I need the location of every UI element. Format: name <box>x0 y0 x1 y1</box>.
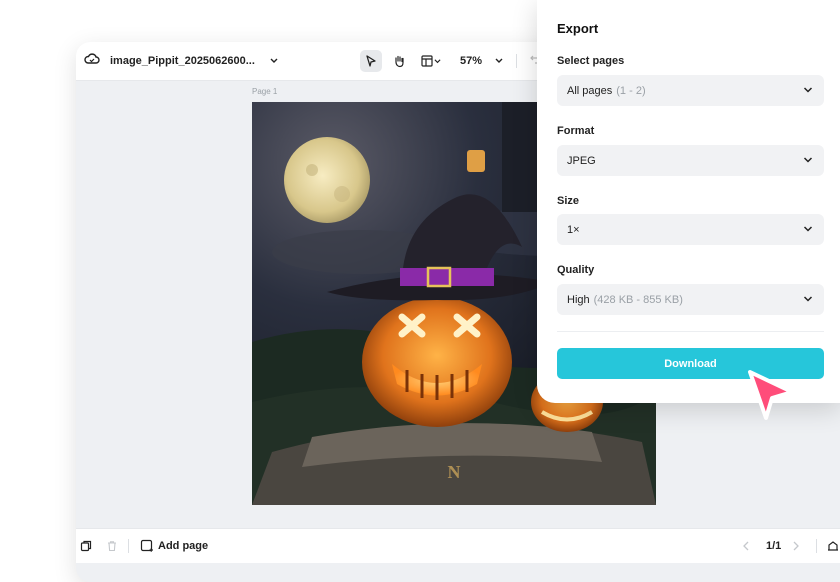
format-dropdown[interactable]: JPEG <box>557 145 824 176</box>
chevron-down-icon <box>803 226 813 232</box>
quality-label: Quality <box>557 264 595 276</box>
quality-hint: (428 KB - 855 KB) <box>593 293 683 306</box>
copy-page-icon[interactable] <box>80 529 92 563</box>
export-panel: Export Select pages All pages (1 - 2) Fo… <box>537 0 840 403</box>
expand-icon[interactable] <box>826 529 840 563</box>
export-title: Export <box>557 21 599 36</box>
quality-value: High <box>567 293 590 306</box>
export-divider <box>557 331 824 332</box>
toolbar-divider <box>516 54 518 68</box>
next-page-icon[interactable] <box>792 529 800 563</box>
toolbar-tools: 57% <box>360 42 541 80</box>
toolbar-left: image_Pippit_2025062600... <box>84 42 279 80</box>
layout-button[interactable] <box>416 50 446 72</box>
format-value: JPEG <box>567 154 596 167</box>
bottom-divider-2 <box>816 529 817 563</box>
quality-dropdown[interactable]: High (428 KB - 855 KB) <box>557 284 824 315</box>
chevron-down-icon <box>803 157 813 163</box>
select-pages-dropdown[interactable]: All pages (1 - 2) <box>557 75 824 106</box>
page-label: Page 1 <box>252 87 278 96</box>
select-tool-button[interactable] <box>360 50 382 72</box>
delete-page-icon[interactable] <box>106 529 118 563</box>
hand-tool-button[interactable] <box>388 50 410 72</box>
size-label: Size <box>557 195 580 207</box>
chevron-down-icon[interactable] <box>269 52 279 70</box>
add-page-label: Add page <box>158 540 209 552</box>
add-page-button[interactable]: Add page <box>140 529 208 563</box>
page-count: 1/1 <box>766 540 782 552</box>
add-page-icon <box>140 539 153 552</box>
bottom-divider <box>128 529 129 563</box>
chevron-down-icon <box>803 296 813 302</box>
hand-icon <box>395 55 404 68</box>
pointer-cursor-icon <box>748 370 794 420</box>
select-pages-hint: (1 - 2) <box>616 84 646 97</box>
svg-text:N: N <box>448 462 461 482</box>
prev-page-icon[interactable] <box>742 529 750 563</box>
zoom-level[interactable]: 57% <box>460 55 482 67</box>
select-pages-label: Select pages <box>557 55 625 67</box>
file-name[interactable]: image_Pippit_2025062600... <box>110 55 255 67</box>
cursor-arrow-icon <box>366 55 376 67</box>
layout-icon <box>420 55 433 67</box>
chevron-down-icon <box>433 58 441 63</box>
cloud-icon[interactable] <box>84 52 100 71</box>
select-pages-value: All pages <box>567 84 613 97</box>
zoom-chevron-down-icon[interactable] <box>494 52 504 70</box>
size-dropdown[interactable]: 1× <box>557 214 824 245</box>
editor-bottom-bar: Add page 1/1 <box>76 528 840 563</box>
format-label: Format <box>557 125 595 137</box>
chevron-down-icon <box>803 87 813 93</box>
size-value: 1× <box>567 223 580 236</box>
